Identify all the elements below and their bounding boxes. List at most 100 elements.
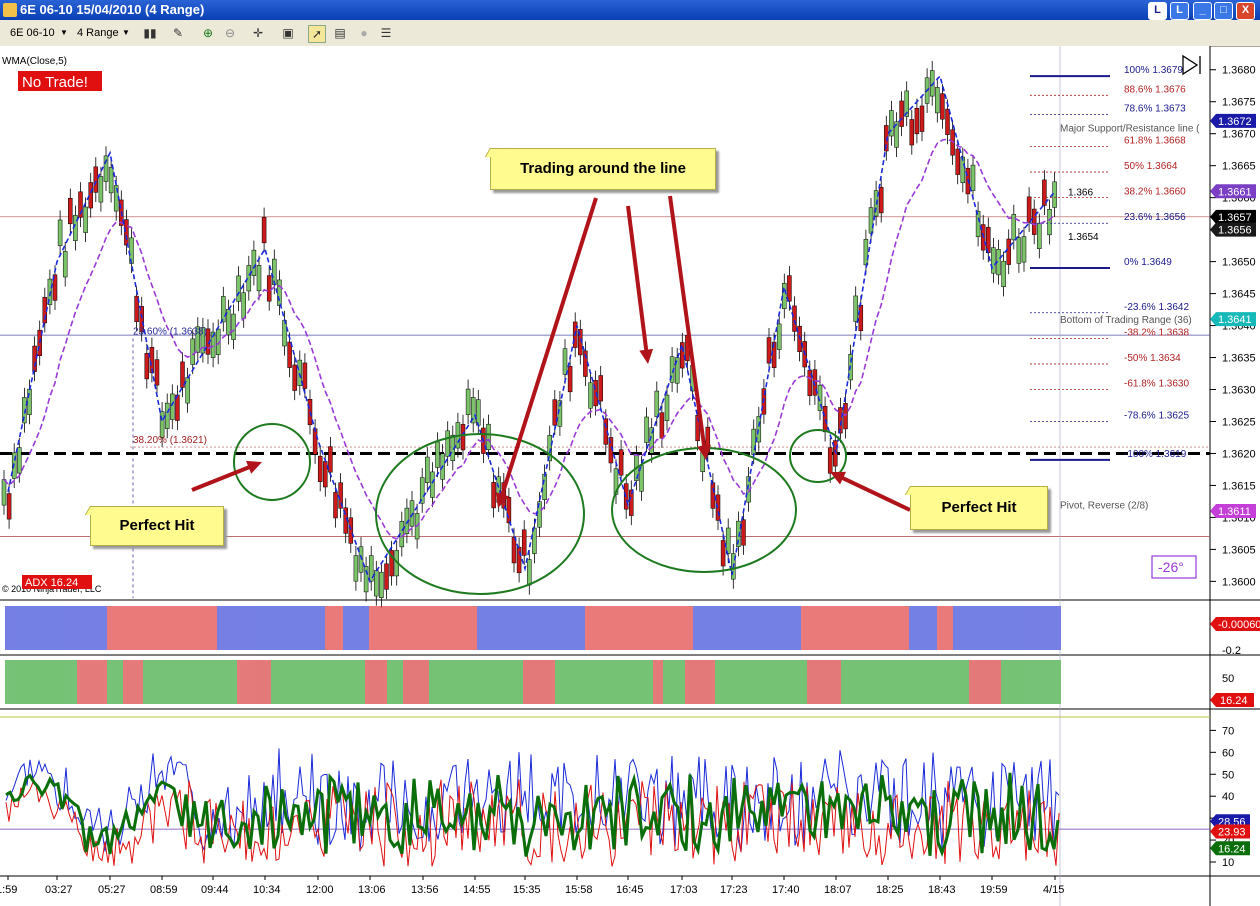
candle <box>822 406 828 433</box>
link-state-button[interactable]: L <box>1170 2 1189 20</box>
pivot-label: Pivot, Reverse (2/8) <box>1060 501 1148 512</box>
price-badge-text: 1.3656 <box>1218 225 1252 237</box>
candle <box>62 251 68 278</box>
candle <box>659 412 665 439</box>
instrument-dropdown-icon[interactable]: ▼ <box>60 25 68 41</box>
candle <box>384 563 389 590</box>
candle <box>277 279 282 306</box>
price-tick-label: 1.3650 <box>1222 257 1256 269</box>
candle <box>588 382 593 409</box>
price-label-13654: 1.3654 <box>1068 232 1099 243</box>
candle <box>190 338 195 365</box>
price-badge-text: 1.3661 <box>1218 186 1252 198</box>
data-box-icon[interactable]: ● <box>356 25 372 41</box>
candle <box>1021 236 1027 263</box>
price-badge-text: 1.3657 <box>1218 212 1252 224</box>
candle <box>27 388 32 415</box>
fib-level-label: 50% 1.3664 <box>1124 161 1178 172</box>
candle <box>935 87 940 114</box>
candle <box>725 527 731 554</box>
zoom-out-icon[interactable]: ⊖ <box>222 25 238 41</box>
maximize-button[interactable]: □ <box>1214 2 1233 20</box>
candle <box>465 388 471 415</box>
candle <box>231 313 236 340</box>
time-tick-label: 15:35 <box>513 884 541 896</box>
minimize-button[interactable]: _ <box>1193 2 1212 20</box>
candle <box>567 365 573 393</box>
time-tick-label: 19:59 <box>980 884 1008 896</box>
chart-trader-icon[interactable]: ▤ <box>332 25 348 41</box>
candle <box>654 390 660 417</box>
fib-level-label: 0% 1.3649 <box>1124 257 1172 268</box>
strategy-icon[interactable]: ➚ <box>308 25 326 43</box>
candle <box>527 559 532 586</box>
candle <box>1037 222 1042 250</box>
candle <box>1006 238 1011 265</box>
panel2-axis-label: -0.2 <box>1222 645 1241 657</box>
candle <box>124 219 129 246</box>
candle <box>853 295 858 322</box>
price-tick-label: 1.3645 <box>1222 289 1256 301</box>
candle <box>68 197 73 225</box>
price-tick-label: 1.3680 <box>1222 65 1256 77</box>
crosshair-icon[interactable]: ✛ <box>250 25 266 41</box>
fib-level-label: -23.6% 1.3642 <box>1124 302 1189 313</box>
price-badge-text: 1.3672 <box>1218 116 1252 128</box>
dmi-badge-text: 16.24 <box>1218 843 1246 855</box>
candle <box>919 105 925 132</box>
indicator-label: WMA(Close,5) <box>2 56 67 67</box>
app-icon <box>3 3 17 17</box>
candle <box>241 292 246 319</box>
candle <box>751 428 756 455</box>
candle <box>532 527 537 554</box>
zoom-in-icon[interactable]: ⊕ <box>200 25 216 41</box>
link-button[interactable]: L <box>1148 2 1167 20</box>
no-trade-text: No Trade! <box>22 74 88 91</box>
time-tick-label: 14:55 <box>463 884 491 896</box>
candle <box>17 447 22 474</box>
candle <box>960 156 966 183</box>
price-badge-text: 1.3641 <box>1218 314 1252 326</box>
close-button[interactable]: X <box>1236 2 1255 20</box>
fib-level-label: 78.6% 1.3673 <box>1124 104 1186 115</box>
candle <box>491 482 496 509</box>
candle <box>445 430 450 457</box>
draw-icon[interactable]: ✎ <box>170 25 186 41</box>
candle <box>251 249 257 276</box>
candle <box>159 411 165 438</box>
instrument-selector[interactable]: 6E 06-10 <box>10 25 55 41</box>
candle <box>863 239 869 266</box>
dmi-tick-label: 40 <box>1222 791 1234 803</box>
list-icon[interactable]: ☰ <box>378 25 394 41</box>
chart-toolbar: 6E 06-10 ▼ 4 Range ▼ ▮▮ ✎ ⊕ ⊖ ✛ ▣ ➚ ▤ ● … <box>0 20 1260 47</box>
fib-level-label: 38.2% 1.3660 <box>1124 187 1186 198</box>
period-dropdown-icon[interactable]: ▼ <box>122 25 130 41</box>
fib-level-label: 88.6% 1.3676 <box>1124 84 1186 95</box>
bar-type-icon[interactable]: ▮▮ <box>142 25 158 41</box>
time-tick-label: 16:45 <box>616 884 644 896</box>
period-selector[interactable]: 4 Range <box>77 25 119 41</box>
candle <box>460 424 466 451</box>
candle <box>93 166 99 193</box>
time-tick-label: 15:58 <box>565 884 593 896</box>
candle <box>792 305 797 332</box>
time-tick-label: 17:03 <box>670 884 698 896</box>
price-tick-label: 1.3600 <box>1222 576 1256 588</box>
candle <box>57 219 63 246</box>
price-tick-label: 1.3670 <box>1222 129 1256 141</box>
candle <box>1047 209 1052 236</box>
candle <box>261 217 267 244</box>
candle <box>1001 260 1006 288</box>
dmi-plus-line <box>5 748 1060 852</box>
properties-icon[interactable]: ▣ <box>280 25 296 41</box>
dmi-tick-label: 60 <box>1222 747 1234 759</box>
perfect-hit-left-annotation: Perfect Hit <box>90 506 224 546</box>
window-title-bar: 6E 06-10 15/04/2010 (4 Range) L L _ □ X <box>0 0 1260 20</box>
candle <box>419 477 425 504</box>
candle <box>256 265 262 292</box>
dmi-tick-label: 10 <box>1222 857 1234 869</box>
candle <box>1 479 7 506</box>
candle <box>1031 208 1037 235</box>
candle <box>108 167 114 194</box>
time-tick-label: 05:27 <box>98 884 126 896</box>
